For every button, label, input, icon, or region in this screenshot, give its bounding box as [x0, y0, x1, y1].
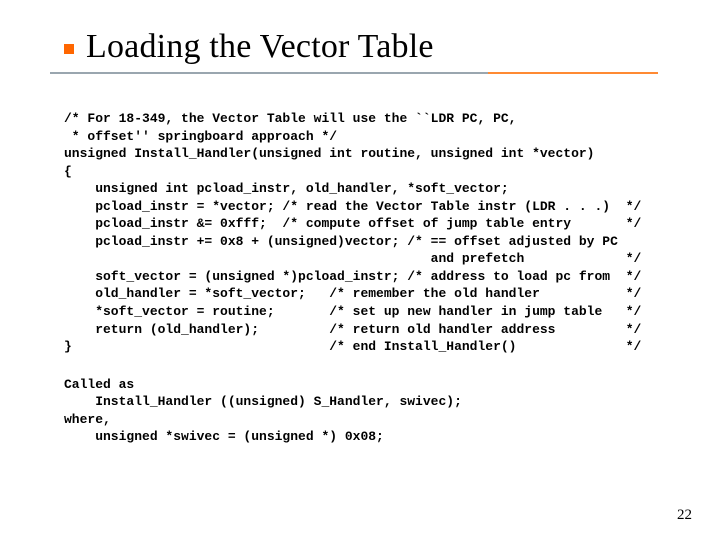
page-title: Loading the Vector Table — [86, 28, 434, 66]
title-bullet-icon — [64, 44, 74, 54]
title-row: Loading the Vector Table — [64, 28, 672, 66]
slide: Loading the Vector Table /* For 18-349, … — [0, 0, 720, 540]
title-underline — [50, 72, 658, 74]
annotation-block: Called as Install_Handler ((unsigned) S_… — [64, 376, 672, 446]
page-number: 22 — [677, 507, 692, 524]
code-block: /* For 18-349, the Vector Table will use… — [64, 110, 672, 356]
